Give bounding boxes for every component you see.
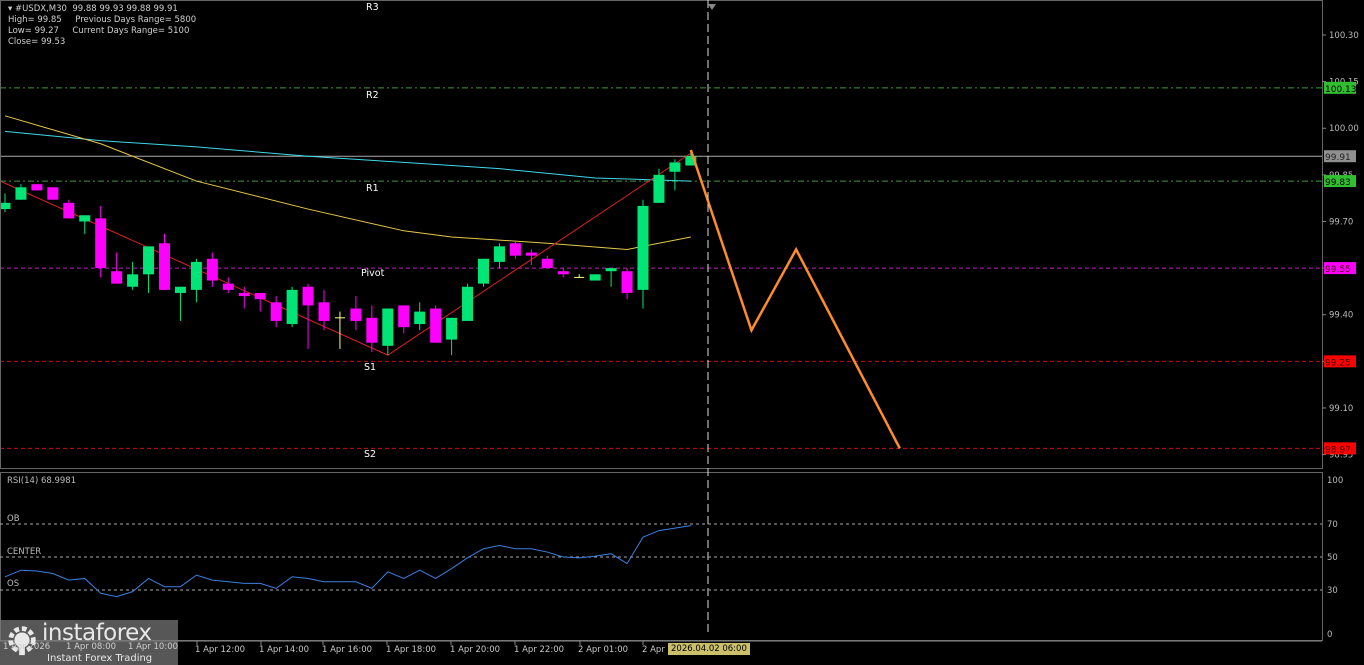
chart-canvas[interactable]: 100.30100.15100.0099.8599.7099.5599.4099…: [0, 0, 1364, 665]
candle-body: [350, 308, 362, 321]
candle-body: [478, 258, 489, 284]
candle-body: [414, 311, 426, 325]
candle-body: [398, 305, 410, 328]
rsi-axis-label: 100: [1327, 476, 1343, 486]
rsi-axis-label: 0: [1327, 630, 1332, 640]
rsi-axis-label: 50: [1327, 553, 1338, 563]
candle-body: [637, 205, 649, 290]
candle-body: [430, 308, 442, 343]
time-label: 1 Apr 12:00: [195, 645, 246, 655]
candle-body: [127, 274, 139, 287]
rsi-title: RSI(14) 68.9981: [7, 476, 77, 486]
time-label: 1 Apr 18:00: [386, 645, 437, 655]
logo-tagline: Instant Forex Trading: [47, 653, 153, 664]
price-tick-label: 100.30: [1329, 31, 1359, 41]
current-price-label: 99.91: [1325, 153, 1351, 163]
candle-body: [95, 218, 107, 269]
level-label-r2: R2: [366, 90, 379, 101]
time-label: 1 Apr 20:00: [450, 645, 501, 655]
candle-body: [509, 243, 521, 256]
candle-body: [190, 261, 202, 290]
price-tick-label: 99.40: [1329, 311, 1353, 321]
level-label-pivot: Pivot: [361, 268, 385, 279]
time-label: 1 Apr 16:00: [322, 645, 373, 655]
main-plot: [1, 87, 1322, 449]
level-label-s1: S1: [364, 362, 377, 373]
forecast-path: [689, 149, 901, 449]
level-label-s2: S2: [364, 449, 377, 460]
candle-body: [318, 302, 330, 321]
high-line: High= 99.85 Previous Days Range= 5800: [8, 15, 197, 25]
cursor-time-label: 2026.04.02 06:00: [668, 643, 750, 655]
candle-body: [605, 268, 617, 272]
candle-body: [525, 252, 537, 256]
candle-body: [206, 258, 218, 281]
candle-body: [159, 243, 170, 290]
rsi-axis-label: 30: [1327, 586, 1338, 596]
candle-body: [111, 271, 123, 284]
candle-body: [79, 215, 91, 222]
rsi-level-os: OS: [7, 579, 20, 589]
symbol-line: ▾ #USDX,M30 99.88 99.93 99.88 99.91: [8, 4, 178, 14]
rsi-level-center: CENTER: [7, 547, 42, 557]
price-tag-label: 100.13: [1325, 85, 1357, 95]
time-label: 1 Apr 08:00: [66, 642, 117, 652]
candle-body: [63, 202, 75, 219]
price-tag-label: 98.97: [1325, 445, 1351, 455]
candle-body: [621, 271, 633, 293]
time-label: 2 Apr 01:00: [578, 645, 629, 655]
shift-marker-icon: [708, 4, 716, 10]
price-tick-label: 99.70: [1329, 217, 1353, 227]
time-label: 2 Apr: [642, 645, 665, 655]
rsi-axis-label: 70: [1327, 520, 1338, 530]
main-panel-frame: [0, 0, 1323, 469]
candle-body: [669, 162, 681, 172]
candle-body: [462, 286, 474, 321]
price-tag-label: 99.25: [1325, 358, 1351, 368]
close-line: Close= 99.53: [8, 37, 66, 47]
candle-body: [143, 246, 155, 275]
rsi-line: [4, 525, 691, 598]
candle-body: [366, 317, 378, 343]
candle-body: [446, 317, 458, 340]
time-label: 1 Apr 14:00: [259, 645, 310, 655]
time-label: 1 Apr 2026: [3, 642, 51, 652]
candle-body: [222, 283, 234, 290]
candle-body: [286, 289, 298, 325]
time-label: 1 Apr 22:00: [514, 645, 565, 655]
candle-body: [541, 258, 553, 269]
candle-body: [15, 187, 27, 200]
candle-body: [270, 302, 282, 321]
candle-body: [238, 292, 250, 297]
candle-body: [302, 286, 314, 306]
level-label-r3: R3: [366, 2, 379, 13]
candle-body: [47, 187, 59, 200]
price-tick-label: 100.00: [1329, 124, 1359, 134]
candle-body: [557, 271, 569, 275]
candle-body: [174, 286, 186, 293]
price-tick-label: 99.10: [1329, 404, 1353, 414]
candle-body: [493, 246, 505, 262]
price-tag-label: 99.83: [1325, 178, 1351, 188]
time-label: 1 Apr 10:00: [128, 642, 179, 652]
level-label-r1: R1: [366, 183, 379, 194]
price-tag-label: 99.55: [1325, 265, 1351, 275]
candle-body: [382, 308, 394, 346]
candle-body: [1, 202, 11, 210]
rsi-level-ob: OB: [7, 514, 20, 524]
collapse-triangle-icon[interactable]: ▾: [8, 4, 15, 14]
candle-body: [254, 292, 266, 300]
low-line: Low= 99.27 Current Days Range= 5100: [8, 26, 190, 36]
candle-body: [653, 174, 665, 203]
candle-body: [31, 184, 43, 191]
candle-body: [589, 274, 601, 281]
